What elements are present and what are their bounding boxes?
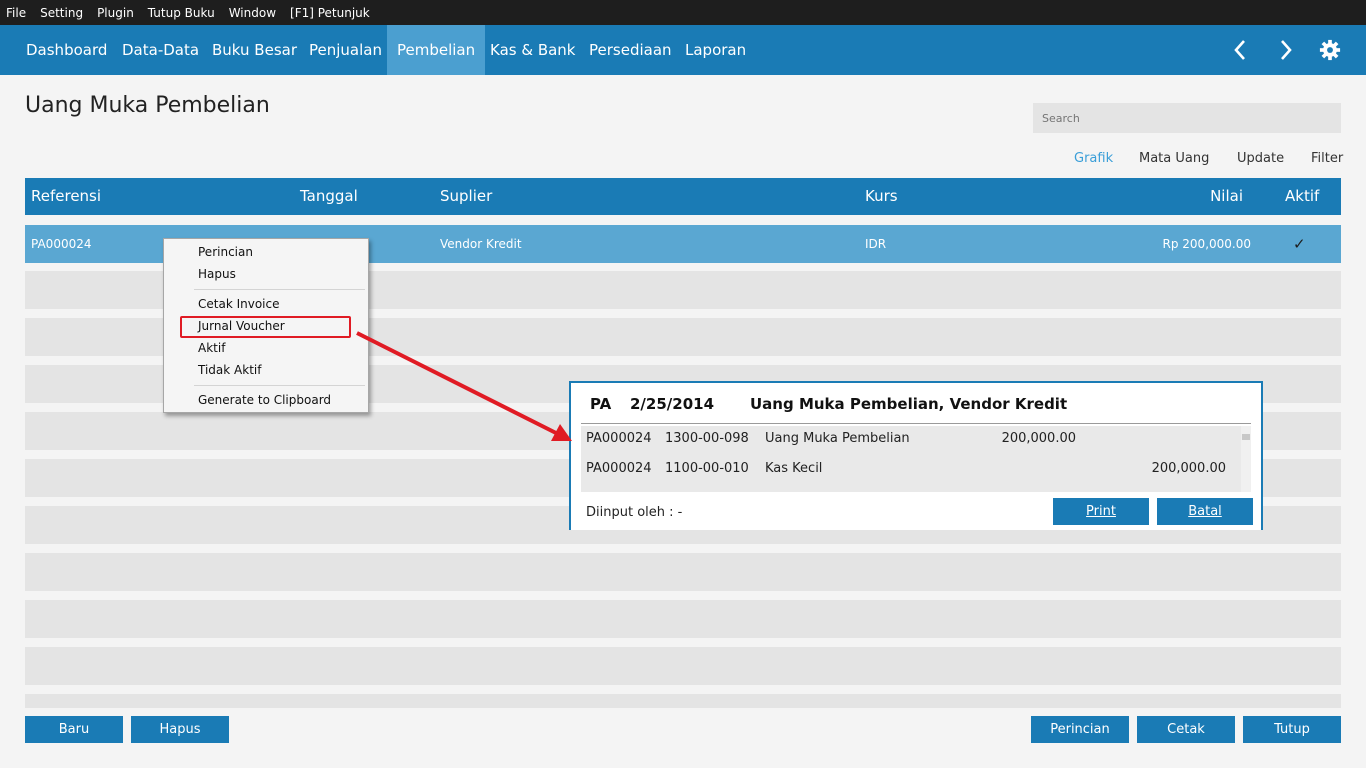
entry-name: Kas Kecil — [765, 461, 823, 476]
baru-button[interactable]: Baru — [25, 716, 123, 743]
entry-account: 1100-00-010 — [665, 461, 749, 476]
entry-name: Uang Muka Pembelian — [765, 431, 910, 446]
chevron-right-icon[interactable] — [1268, 25, 1304, 75]
table-row-empty — [25, 553, 1341, 591]
print-button-label: Print — [1086, 504, 1116, 519]
print-button[interactable]: Print — [1053, 498, 1149, 525]
menu-window[interactable]: Window — [229, 6, 276, 20]
chevron-left-icon[interactable] — [1222, 25, 1258, 75]
nav-dashboard[interactable]: Dashboard — [16, 25, 117, 75]
entry-credit: 200,000.00 — [1151, 461, 1226, 476]
cell-kurs: IDR — [865, 237, 887, 251]
menu-tutup-buku[interactable]: Tutup Buku — [148, 6, 215, 20]
entry-ref: PA000024 — [586, 461, 652, 476]
column-aktif[interactable]: Aktif — [1285, 178, 1319, 215]
mata-uang-link[interactable]: Mata Uang — [1139, 151, 1209, 166]
table-row-empty — [25, 694, 1341, 708]
context-item-generate-clipboard[interactable]: Generate to Clipboard — [198, 390, 331, 410]
filter-link[interactable]: Filter — [1311, 151, 1343, 166]
page-title: Uang Muka Pembelian — [25, 93, 270, 118]
journal-entries-list[interactable]: PA000024 1300-00-098 Uang Muka Pembelian… — [581, 426, 1241, 492]
context-item-cetak-invoice[interactable]: Cetak Invoice — [198, 294, 280, 314]
batal-button[interactable]: Batal — [1157, 498, 1253, 525]
table-row-empty — [25, 600, 1341, 638]
perincian-button[interactable]: Perincian — [1031, 716, 1129, 743]
cell-nilai: Rp 200,000.00 — [1162, 237, 1251, 251]
cell-suplier: Vendor Kredit — [440, 237, 522, 251]
entry-debit: 200,000.00 — [1001, 431, 1076, 446]
header-divider — [581, 423, 1251, 424]
nav-buku-besar[interactable]: Buku Besar — [202, 25, 307, 75]
scrollbar-thumb[interactable] — [1242, 434, 1250, 440]
column-nilai[interactable]: Nilai — [1210, 178, 1243, 215]
input-by-label: Diinput oleh : - — [586, 505, 683, 520]
column-suplier[interactable]: Suplier — [440, 178, 492, 215]
context-item-perincian[interactable]: Perincian — [198, 242, 253, 262]
search-input[interactable] — [1033, 103, 1341, 133]
batal-button-label: Batal — [1188, 504, 1222, 519]
menu-separator — [194, 289, 365, 290]
entry-ref: PA000024 — [586, 431, 652, 446]
column-tanggal[interactable]: Tanggal — [300, 178, 358, 215]
cetak-button[interactable]: Cetak — [1137, 716, 1235, 743]
journal-voucher-panel: PA 2/25/2014 Uang Muka Pembelian, Vendor… — [569, 381, 1263, 530]
highlight-box — [180, 316, 351, 338]
nav-data-data[interactable]: Data-Data — [112, 25, 209, 75]
menu-setting[interactable]: Setting — [40, 6, 83, 20]
context-item-hapus[interactable]: Hapus — [198, 264, 236, 284]
table-header: Referensi Tanggal Suplier Kurs Nilai Akt… — [25, 178, 1341, 215]
grafik-link[interactable]: Grafik — [1074, 151, 1113, 166]
scrollbar[interactable] — [1241, 426, 1251, 492]
table-row-empty — [25, 647, 1341, 685]
voucher-date: 2/25/2014 — [630, 395, 715, 413]
nav-pembelian[interactable]: Pembelian — [387, 25, 486, 75]
gear-icon[interactable] — [1312, 25, 1348, 75]
tutup-button[interactable]: Tutup — [1243, 716, 1341, 743]
cell-referensi: PA000024 — [31, 237, 92, 251]
voucher-title: Uang Muka Pembelian, Vendor Kredit — [750, 395, 1068, 413]
column-referensi[interactable]: Referensi — [31, 178, 101, 215]
check-icon: ✓ — [1293, 235, 1306, 253]
context-item-tidak-aktif[interactable]: Tidak Aktif — [198, 360, 261, 380]
nav-kas-bank[interactable]: Kas & Bank — [480, 25, 586, 75]
menu-petunjuk[interactable]: [F1] Petunjuk — [290, 6, 370, 20]
column-kurs[interactable]: Kurs — [865, 178, 898, 215]
nav-laporan[interactable]: Laporan — [675, 25, 756, 75]
nav-persediaan[interactable]: Persediaan — [579, 25, 682, 75]
entry-account: 1300-00-098 — [665, 431, 749, 446]
update-link[interactable]: Update — [1237, 151, 1284, 166]
voucher-code: PA — [590, 395, 612, 413]
menu-file[interactable]: File — [6, 6, 26, 20]
menu-separator — [194, 385, 365, 386]
hapus-button[interactable]: Hapus — [131, 716, 229, 743]
nav-penjualan[interactable]: Penjualan — [299, 25, 392, 75]
context-item-aktif[interactable]: Aktif — [198, 338, 225, 358]
menu-plugin[interactable]: Plugin — [97, 6, 134, 20]
nav-bar: Dashboard Data-Data Buku Besar Penjualan… — [0, 25, 1366, 75]
menu-bar: File Setting Plugin Tutup Buku Window [F… — [0, 0, 1366, 25]
